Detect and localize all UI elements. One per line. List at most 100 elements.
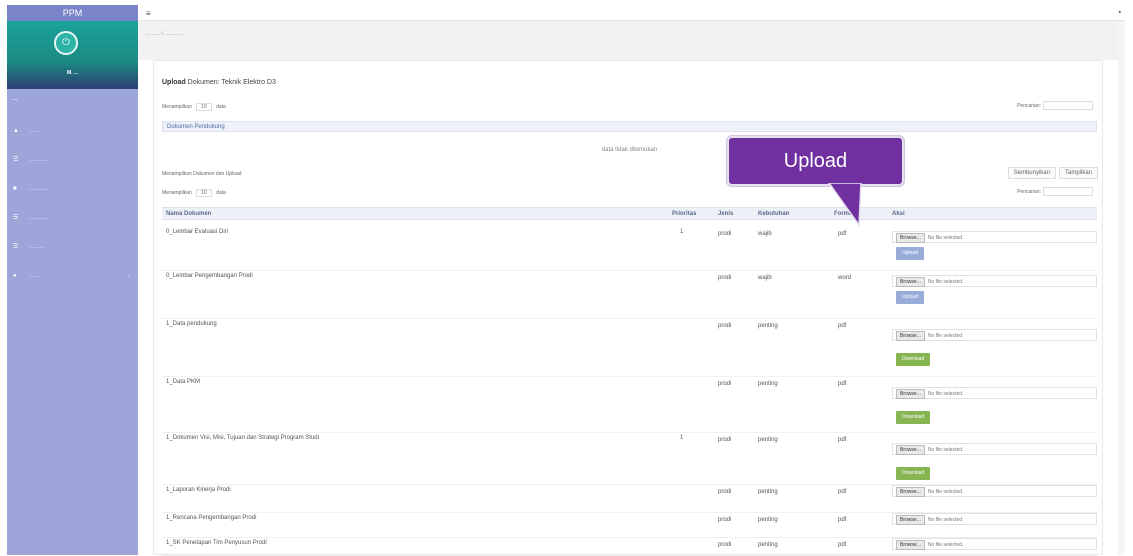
callout-pointer <box>828 183 862 228</box>
cell-name: 0_Lembar Pengembangan Prodi <box>166 273 253 279</box>
table-row: 1_Laporan Kinerja Prodi prodi penting pdf Br… <box>162 485 1097 513</box>
file-input-row: Browse... No file selected. <box>896 487 963 497</box>
user-menu-icon[interactable]: ▪ <box>1119 9 1121 16</box>
data-label: data <box>216 104 226 110</box>
upload-icon: ■ <box>13 186 17 192</box>
data-label: data <box>216 190 226 196</box>
cell-name: 1_Rencana Pengembangan Prodi <box>166 515 257 521</box>
cell-type: prodi <box>718 275 732 281</box>
cell-name: 1_Dokumen Visi, Misi, Tujuan dan Strateg… <box>166 435 319 441</box>
cell-name: 1_Data PKM <box>166 379 201 385</box>
show-label: Menampilkan <box>162 190 192 196</box>
upload-button[interactable]: Upload <box>896 291 924 304</box>
table-row: 1_Data PKM prodi penting pdf Browse... No fil… <box>162 377 1097 433</box>
column-header-name[interactable]: Nama Dokumen <box>166 211 211 217</box>
hide-button[interactable]: Sembunyikan <box>1007 167 1056 179</box>
top-table-header: Dokumen Pendukung <box>162 121 1097 132</box>
file-input[interactable]: Browse... No file selected. <box>892 513 1097 525</box>
cell-need: penting <box>758 489 778 495</box>
sidebar-item-label: .............. <box>29 186 49 192</box>
cell-format: pdf <box>838 323 847 329</box>
search-input[interactable] <box>1043 101 1093 110</box>
browse-button[interactable]: Browse... <box>896 233 925 243</box>
cell-type: prodi <box>718 323 732 329</box>
profile-name: M. ... <box>66 70 79 76</box>
cell-format: pdf <box>838 231 847 237</box>
file-status: No file selected. <box>927 489 964 495</box>
cell-need: penting <box>758 517 778 523</box>
download-button[interactable]: Download <box>896 353 931 366</box>
file-input[interactable]: Browse... No file selected. <box>892 443 1097 455</box>
download-button[interactable]: Download <box>896 411 931 424</box>
sidebar-item-user[interactable]: ● ........ ‹ <box>7 262 138 291</box>
chevron-left-icon: ‹ <box>128 273 130 279</box>
menu-icon[interactable]: ≡ <box>146 9 151 18</box>
file-input[interactable]: Browse... No file selected. <box>892 231 1097 243</box>
show-label: Menampilkan <box>162 104 192 110</box>
list-icon: ☰ <box>13 157 19 163</box>
file-status: No file selected. <box>927 333 964 339</box>
browse-button[interactable]: Browse... <box>896 540 925 550</box>
table-row: 0_Lembar Evaluasi Diri 1 prodi wajib pdf Brow… <box>162 227 1097 271</box>
cell-format: pdf <box>838 381 847 387</box>
table-row: 1_Data pendukung prodi penting pdf Browse...… <box>162 319 1097 377</box>
sidebar-item-report[interactable]: ☰ ........... <box>7 233 138 262</box>
search-input[interactable] <box>1043 187 1093 196</box>
column-header-need[interactable]: Kebutuhan <box>758 211 789 217</box>
table-row: 0_Lembar Pengembangan Prodi prodi wajib wor… <box>162 271 1097 319</box>
page-title: Upload Dokumen: Teknik Elektro D3 <box>162 79 276 86</box>
browse-button[interactable]: Browse... <box>896 445 925 455</box>
file-input[interactable]: Browse... No file selected. <box>892 538 1097 550</box>
browse-button[interactable]: Browse... <box>896 389 925 399</box>
browse-button[interactable]: Browse... <box>896 515 925 525</box>
sidebar-nav: ▲ ......... ☰ ............... ■ ........… <box>7 117 138 291</box>
cell-name: 1_SK Penetapan Tim Penyusun Prodi <box>166 540 267 546</box>
user-icon: ● <box>13 273 17 279</box>
file-input[interactable]: Browse... No file selected. <box>892 485 1097 497</box>
column-buttons: Sembunyikan Tampilkan <box>1007 167 1098 179</box>
page-size-select[interactable]: 10 <box>196 103 212 111</box>
cell-format: pdf <box>838 489 847 495</box>
main-table-controls: Menampilkan 10 data Pencarian: <box>162 187 1097 197</box>
sidebar-item-files[interactable]: ☰ .............. <box>7 204 138 233</box>
download-button[interactable]: Download <box>896 467 931 480</box>
browse-button[interactable]: Browse... <box>896 487 925 497</box>
cell-name: 1_Laporan Kinerja Prodi <box>166 487 231 493</box>
file-input[interactable]: Browse... No file selected. <box>892 275 1097 287</box>
cell-format: pdf <box>838 437 847 443</box>
file-input[interactable]: Browse... No file selected. <box>892 387 1097 399</box>
page-scrollbar[interactable] <box>1118 21 1125 555</box>
show-button[interactable]: Tampilkan <box>1058 167 1098 179</box>
browse-button[interactable]: Browse... <box>896 331 925 341</box>
page-size-select[interactable]: 10 <box>196 189 212 197</box>
brand-logo: PPM <box>7 5 138 21</box>
cell-type: prodi <box>718 517 732 523</box>
sidebar-item-list[interactable]: ☰ ............... <box>7 146 138 175</box>
main-table-info: Menampilkan Dokumen dan Upload <box>162 171 1097 177</box>
column-header-priority[interactable]: Prioritas <box>672 211 696 217</box>
sidebar-item-label: ........... <box>29 244 45 250</box>
file-status: No file selected. <box>927 542 964 548</box>
upload-button[interactable]: Upload <box>896 247 924 260</box>
page-title-rest: Dokumen: Teknik Elektro D3 <box>185 79 276 86</box>
cell-format: pdf <box>838 542 847 548</box>
column-header-type[interactable]: Jenis <box>718 211 733 217</box>
file-status: No file selected. <box>927 517 964 523</box>
file-input[interactable]: Browse... No file selected. <box>892 329 1097 341</box>
file-input-row: Browse... No file selected. <box>896 277 963 287</box>
cell-type: prodi <box>718 437 732 443</box>
cell-type: prodi <box>718 381 732 387</box>
avatar[interactable]: ⏻ <box>54 31 78 55</box>
browse-button[interactable]: Browse... <box>896 277 925 287</box>
cell-priority: 1 <box>680 229 684 235</box>
file-status: No file selected. <box>927 279 964 285</box>
cell-name: 1_Data pendukung <box>166 321 217 327</box>
sidebar-item-dashboard[interactable]: ▲ ......... <box>7 117 138 146</box>
cell-need: wajib <box>758 275 772 281</box>
table-row: 1_Dokumen Visi, Misi, Tujuan dan Strateg… <box>162 433 1097 485</box>
sidebar-item-upload[interactable]: ■ .............. <box>7 175 138 204</box>
breadcrumb[interactable]: .......... / .............. <box>146 31 184 37</box>
cell-need: penting <box>758 437 778 443</box>
cell-need: penting <box>758 323 778 329</box>
cell-need: penting <box>758 381 778 387</box>
